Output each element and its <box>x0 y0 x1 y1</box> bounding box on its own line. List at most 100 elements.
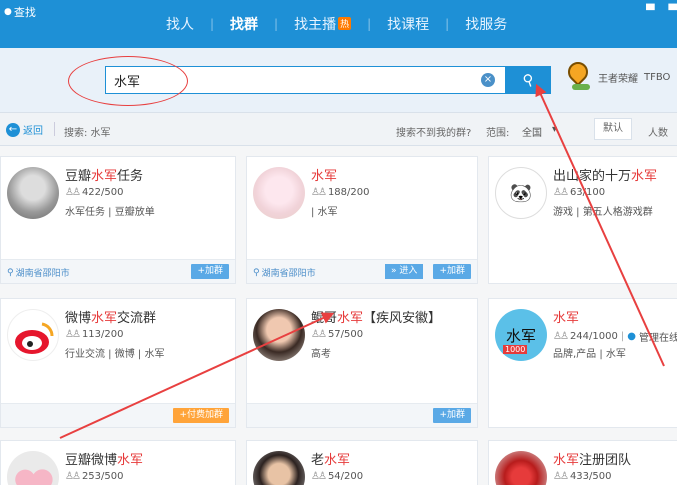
people-icon: ♙♙ <box>311 187 327 198</box>
menu-icon[interactable]: ▀ <box>669 4 677 17</box>
info-icon: ● <box>627 331 636 342</box>
top-nav-bar: ● 查找 找人 | 找群 | 找主播热 | 找课程 | 找服务 ▀ ▀ <box>0 0 677 48</box>
range-label: 范围: <box>486 128 510 139</box>
divider <box>54 122 55 136</box>
feedback-icon[interactable]: ▀ <box>646 4 654 17</box>
card-footer: +加群 <box>247 403 477 427</box>
group-card[interactable]: 微博水军交流群 ♙♙ 113/200 行业交流 | 微博 | 水军 +付费加群 <box>0 298 236 428</box>
promo-link[interactable]: 王者荣耀 <box>598 70 638 85</box>
range-select[interactable]: 全国 ▾ <box>522 124 557 139</box>
search-area: × ⚲ 王者荣耀 TFBO <box>0 48 677 112</box>
search-icon: ⚲ <box>519 69 537 91</box>
window-controls: ▀ ▀ <box>646 4 677 17</box>
app-title: ● 查找 <box>4 4 36 20</box>
paid-join-button[interactable]: +付费加群 <box>173 408 229 423</box>
group-card[interactable]: 豆瓣水军任务 ♙♙ 422/500 水军任务 | 豆瓣放单 ⚲ 湖南省邵阳市 +加群 <box>0 156 236 284</box>
promo-area: 王者荣耀 TFBO <box>563 57 670 92</box>
nav-tabs: 找人 | 找群 | 找主播热 | 找课程 | 找服务 <box>150 14 523 34</box>
people-icon: ♙♙ <box>65 187 81 198</box>
back-label: 返回 <box>23 126 43 137</box>
not-found-link[interactable]: 搜索不到我的群? <box>396 124 471 139</box>
tab-find-people[interactable]: 找人 <box>150 14 210 34</box>
group-card[interactable]: 水军 ♙♙ 188/200 | 水军 ⚲ 湖南省邵阳市 » 进入 +加群 <box>246 156 478 284</box>
panda-meme-icon: 🐼 <box>495 167 547 219</box>
group-avatar <box>253 309 305 361</box>
annotation-ellipse <box>68 56 188 106</box>
member-count: ♙♙ 244/1000 | ● 管理在线 <box>553 331 677 344</box>
people-icon: ♙♙ <box>311 329 327 340</box>
people-icon: ♙♙ <box>553 471 569 482</box>
tab-find-service[interactable]: 找服务 <box>449 14 523 34</box>
group-tags: 高考 <box>311 349 331 360</box>
hot-badge: 热 <box>338 17 352 30</box>
tab-find-group[interactable]: 找群 <box>214 14 274 34</box>
chevron-down-icon: ▾ <box>552 124 558 135</box>
group-card[interactable]: 水军注册团队 ♙♙ 433/500 <box>488 440 677 485</box>
sort-default-button[interactable]: 默认 <box>594 118 632 140</box>
join-group-button[interactable]: +加群 <box>191 264 229 279</box>
group-name[interactable]: 鲲哥水军【疾风安徽】 <box>311 307 441 326</box>
group-card[interactable]: 豆瓣微博水军 ♙♙ 253/500 <box>0 440 236 485</box>
member-count: ♙♙ 253/500 <box>65 471 124 482</box>
filter-bar: ← 返回 搜索: 水军 搜索不到我的群? 范围: 全国 ▾ 默认 人数 <box>0 112 677 146</box>
map-pin-icon[interactable] <box>563 57 593 92</box>
tab-find-course[interactable]: 找课程 <box>371 14 445 34</box>
location: ⚲ 湖南省邵阳市 <box>253 267 316 280</box>
group-avatar <box>7 451 59 485</box>
group-name[interactable]: 豆瓣水军任务 <box>65 165 143 184</box>
people-icon: ♙♙ <box>65 471 81 482</box>
tab-find-streamer-label: 找主播 <box>294 17 337 33</box>
search-query-text: 搜索: 水军 <box>64 128 111 139</box>
card-footer: +付费加群 <box>1 403 235 427</box>
people-icon: ♙♙ <box>553 187 569 198</box>
people-icon: ♙♙ <box>311 471 327 482</box>
enter-group-button[interactable]: » 进入 <box>385 264 424 279</box>
member-count: ♙♙ 188/200 <box>311 187 370 198</box>
group-tags: 游戏 | 第五人格游戏群 <box>553 207 653 218</box>
app-icon: ● <box>4 7 12 17</box>
group-card[interactable]: 鲲哥水军【疾风安徽】 ♙♙ 57/500 高考 +加群 <box>246 298 478 428</box>
group-avatar <box>7 167 59 219</box>
group-name[interactable]: 水军 <box>553 307 579 326</box>
member-count: ♙♙ 113/200 <box>65 329 124 340</box>
group-name[interactable]: 出山家的十万水军 <box>553 165 657 184</box>
app-title-label: 查找 <box>13 6 36 19</box>
back-arrow-icon: ← <box>6 122 20 137</box>
join-group-button[interactable]: +加群 <box>433 408 471 423</box>
group-card[interactable]: 🐼 出山家的十万水军 ♙♙ 63/100 游戏 | 第五人格游戏群 <box>488 156 677 284</box>
tab-find-streamer[interactable]: 找主播热 <box>278 14 367 34</box>
group-tags: 品牌,产品 | 水军 <box>553 349 626 360</box>
group-card[interactable]: 水军 1000 水军 ♙♙ 244/1000 | ● 管理在线 品牌,产品 | 水军 <box>488 298 677 428</box>
group-avatar <box>253 451 305 485</box>
card-footer: ⚲ 湖南省邵阳市 » 进入 +加群 <box>247 259 477 283</box>
member-count: ♙♙ 422/500 <box>65 187 124 198</box>
group-avatar <box>253 167 305 219</box>
people-icon: ♙♙ <box>65 329 81 340</box>
member-count: ♙♙ 57/500 <box>311 329 364 340</box>
manager-online: 管理在线 <box>638 333 677 344</box>
group-name[interactable]: 水军 <box>311 165 337 184</box>
card-footer: ⚲ 湖南省邵阳市 +加群 <box>1 259 235 283</box>
group-name[interactable]: 豆瓣微博水军 <box>65 449 143 468</box>
weibo-icon <box>7 309 59 361</box>
group-tags: | 水军 <box>311 207 338 218</box>
search-button[interactable]: ⚲ <box>505 66 551 94</box>
member-count: ♙♙ 433/500 <box>553 471 612 482</box>
promo-link-2[interactable]: TFBO <box>644 72 670 83</box>
group-tags: 行业交流 | 微博 | 水军 <box>65 349 165 360</box>
group-card[interactable]: 老水军 ♙♙ 54/200 <box>246 440 478 485</box>
location-pin-icon: ⚲ <box>7 267 14 278</box>
people-icon: ♙♙ <box>553 331 569 342</box>
sort-count-button[interactable]: 人数 <box>648 124 668 139</box>
location: ⚲ 湖南省邵阳市 <box>7 267 70 280</box>
member-limit-badge: 1000 <box>503 345 528 354</box>
clear-icon[interactable]: × <box>481 73 495 87</box>
range-value: 全国 <box>522 128 542 139</box>
group-avatar <box>495 451 547 485</box>
join-group-button[interactable]: +加群 <box>433 264 471 279</box>
back-button[interactable]: ← 返回 <box>6 122 43 137</box>
group-name[interactable]: 老水军 <box>311 449 350 468</box>
group-name[interactable]: 水军注册团队 <box>553 449 631 468</box>
group-name[interactable]: 微博水军交流群 <box>65 307 156 326</box>
member-count: ♙♙ 54/200 <box>311 471 364 482</box>
